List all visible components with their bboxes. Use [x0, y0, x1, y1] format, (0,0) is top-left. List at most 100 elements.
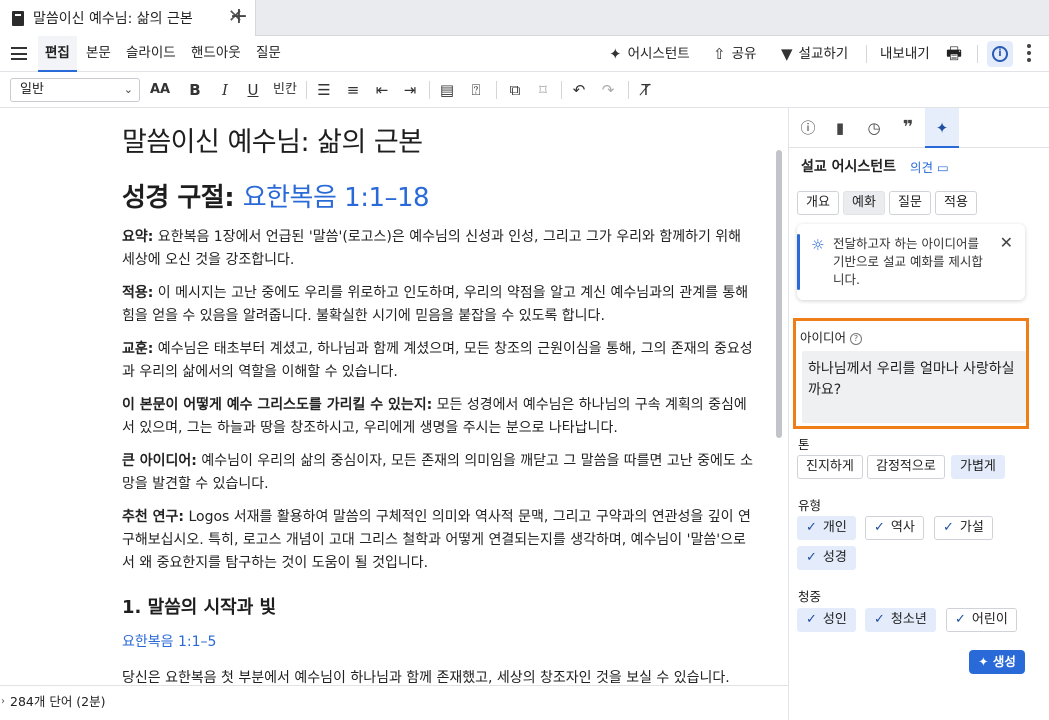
quote-icon[interactable]: ❞: [891, 108, 925, 148]
scripture-reference-link[interactable]: 요한복음 1:1–18: [243, 183, 430, 213]
scripture-heading[interactable]: 성경 구절: 요한복음 1:1–18: [122, 177, 758, 214]
insert-icon[interactable]: ⧉: [505, 80, 525, 100]
check-icon: ✓: [806, 612, 817, 627]
info-icon[interactable]: ⓘ: [791, 108, 825, 148]
undo-icon[interactable]: ↶: [569, 80, 589, 100]
format-toolbar: 일반 ⌄ AA B I U 빈칸 ☰ ≡ ⇤ ⇥ ▤ ⍰ ⧉ ⌑ ↶ ↷ T̸: [0, 72, 1049, 108]
idea-highlight: 아이디어? 하나님께서 우리를 얼마나 사랑하실까요?: [793, 318, 1029, 429]
bold-button[interactable]: B: [186, 80, 204, 100]
numbered-list-icon[interactable]: ≡: [343, 80, 363, 100]
redo-icon[interactable]: ↷: [598, 80, 618, 100]
type-bible[interactable]: ✓ 성경: [797, 546, 856, 570]
menu-bar: 편집 본문 슬라이드 핸드아웃 질문 ✦ 어시스턴트 ⇧ 공유 ▼ 설교하기 내…: [0, 36, 1049, 72]
print-icon[interactable]: 🖶: [946, 36, 962, 72]
tone-light[interactable]: 가볍게: [951, 455, 1005, 479]
type-hypothetical[interactable]: ✓ 가설: [934, 516, 993, 540]
body-paragraph[interactable]: 당신은 요한복음 첫 부분에서 예수님이 하나님과 함께 존재했고, 세상의 창…: [122, 667, 758, 685]
subtab-application[interactable]: 적용: [935, 191, 977, 215]
tone-serious[interactable]: 진지하게: [797, 455, 863, 479]
lesson-paragraph[interactable]: 교훈: 예수님은 태초부터 계셨고, 하나님과 함께 계셨으며, 모든 창조의 …: [122, 338, 758, 384]
underline-button[interactable]: U: [244, 80, 262, 100]
question-block-icon[interactable]: ⍰: [466, 80, 486, 100]
assistant-panel: ⓘ ▮ ◷ ❞ ✦ 설교 어시스턴트 의견 ▭ 개요 예화 질문 적용 ☼ 전달…: [788, 108, 1049, 720]
outdent-icon[interactable]: ⇤: [372, 80, 392, 100]
audience-child[interactable]: ✓ 어린이: [946, 608, 1017, 632]
divider: [866, 45, 867, 63]
tab-strip: 말씀이신 예수님: 삶의 근본 ✕ +: [0, 0, 1049, 36]
feedback-link[interactable]: 의견 ▭: [910, 157, 949, 176]
check-icon: ✓: [874, 612, 885, 627]
indent-icon[interactable]: ⇥: [400, 80, 420, 100]
blank-button[interactable]: 빈칸: [271, 80, 299, 100]
paragraph-style-select[interactable]: 일반 ⌄: [10, 78, 140, 102]
check-icon: ✓: [806, 520, 817, 535]
divider: [561, 81, 562, 99]
subtab-questions[interactable]: 질문: [889, 191, 931, 215]
christ-paragraph[interactable]: 이 본문이 어떻게 예수 그리스도를 가리킬 수 있는지: 모든 성경에서 예수…: [122, 394, 758, 440]
summary-paragraph[interactable]: 요약: 요한복음 1장에서 언급된 '말씀'(로고스)은 예수님의 신성과 인성…: [122, 226, 758, 272]
audience-label: 청중: [798, 589, 822, 604]
document-block-icon[interactable]: ▤: [437, 80, 457, 100]
idea-input[interactable]: 하나님께서 우리를 얼마나 사랑하실까요?: [802, 351, 1026, 423]
divider: [306, 81, 307, 99]
recommended-study-paragraph[interactable]: 추천 연구: Logos 서재를 활용하여 말씀의 구체적인 의미와 역사적 문…: [122, 506, 758, 575]
check-icon: ✓: [874, 520, 885, 535]
tab-edit[interactable]: 편집: [38, 36, 77, 72]
share-button[interactable]: ⇧ 공유: [713, 36, 756, 72]
type-personal[interactable]: ✓ 개인: [797, 516, 856, 540]
tab-handout[interactable]: 핸드아웃: [191, 36, 241, 72]
panel-tabs: ⓘ ▮ ◷ ❞ ✦: [789, 108, 1049, 148]
document-content: 말씀이신 예수님: 삶의 근본 성경 구절: 요한복음 1:1–18 요약: 요…: [122, 120, 758, 685]
assistant-button[interactable]: ✦ 어시스턴트: [609, 36, 690, 72]
sparkle-icon: ✦: [609, 45, 622, 63]
hamburger-menu-icon[interactable]: [11, 47, 27, 60]
tone-emotional[interactable]: 감정적으로: [867, 455, 945, 479]
check-icon: ✓: [806, 550, 817, 565]
application-paragraph[interactable]: 적용: 이 메시지는 고난 중에도 우리를 위로하고 인도하며, 우리의 약점을…: [122, 282, 758, 328]
new-tab-button[interactable]: +: [228, 4, 250, 29]
book-icon[interactable]: ▮: [823, 108, 857, 148]
subtab-outline[interactable]: 개요: [797, 191, 839, 215]
italic-button[interactable]: I: [216, 80, 234, 100]
info-icon: i: [992, 46, 1008, 62]
preach-button[interactable]: ▼ 설교하기: [781, 36, 848, 72]
subtab-illustration[interactable]: 예화: [843, 191, 885, 215]
check-icon: ✓: [955, 612, 966, 627]
tab-questions[interactable]: 질문: [256, 36, 281, 72]
document-title[interactable]: 말씀이신 예수님: 삶의 근본: [122, 120, 758, 159]
idea-label: 아이디어?: [800, 327, 863, 346]
divider: [429, 81, 430, 99]
help-icon[interactable]: ?: [850, 333, 863, 345]
history-icon[interactable]: ◷: [857, 108, 891, 148]
big-idea-paragraph[interactable]: 큰 아이디어: 예수님이 우리의 삶의 중심이자, 모든 존재의 의미임을 깨닫…: [122, 450, 758, 496]
document-scrollbar[interactable]: [776, 150, 782, 438]
audience-youth[interactable]: ✓ 청소년: [865, 608, 936, 632]
info-button[interactable]: i: [987, 41, 1013, 67]
divider: [496, 81, 497, 99]
share-icon: ⇧: [713, 45, 726, 63]
tone-label: 톤: [798, 437, 810, 452]
section-reference-link[interactable]: 요한복음 1:1–5: [122, 631, 758, 651]
section-heading[interactable]: 1. 말씀의 시작과 빛: [122, 593, 758, 619]
export-button[interactable]: 내보내기: [880, 36, 930, 72]
document-editor[interactable]: 말씀이신 예수님: 삶의 근본 성경 구절: 요한복음 1:1–18 요약: 요…: [0, 108, 788, 685]
tab-slides[interactable]: 슬라이드: [126, 36, 176, 72]
bullet-list-icon[interactable]: ☰: [314, 80, 334, 100]
tip-text: 전달하고자 하는 아이디어를 기반으로 설교 예화를 제시합니다.: [833, 236, 983, 287]
clear-format-icon[interactable]: T̸: [636, 80, 656, 100]
expand-caret-icon[interactable]: ›: [1, 686, 5, 718]
document-icon: [12, 10, 24, 26]
font-size-button[interactable]: AA: [148, 80, 172, 100]
audience-adult[interactable]: ✓ 성인: [797, 608, 856, 632]
type-history[interactable]: ✓ 역사: [865, 516, 924, 540]
tab-text[interactable]: 본문: [86, 36, 111, 72]
document-tab[interactable]: 말씀이신 예수님: 삶의 근본 ✕: [0, 0, 256, 36]
close-icon[interactable]: ✕: [1000, 233, 1013, 252]
sparkle-icon[interactable]: ✦: [925, 108, 959, 148]
bookmark-icon[interactable]: ⌑: [533, 80, 553, 100]
generate-button[interactable]: ✦ 생성: [969, 650, 1025, 674]
divider: [977, 45, 978, 63]
tab-title: 말씀이신 예수님: 삶의 근본: [33, 11, 193, 27]
more-options-icon[interactable]: [1027, 44, 1031, 65]
sparkle-icon: ✦: [978, 654, 989, 669]
